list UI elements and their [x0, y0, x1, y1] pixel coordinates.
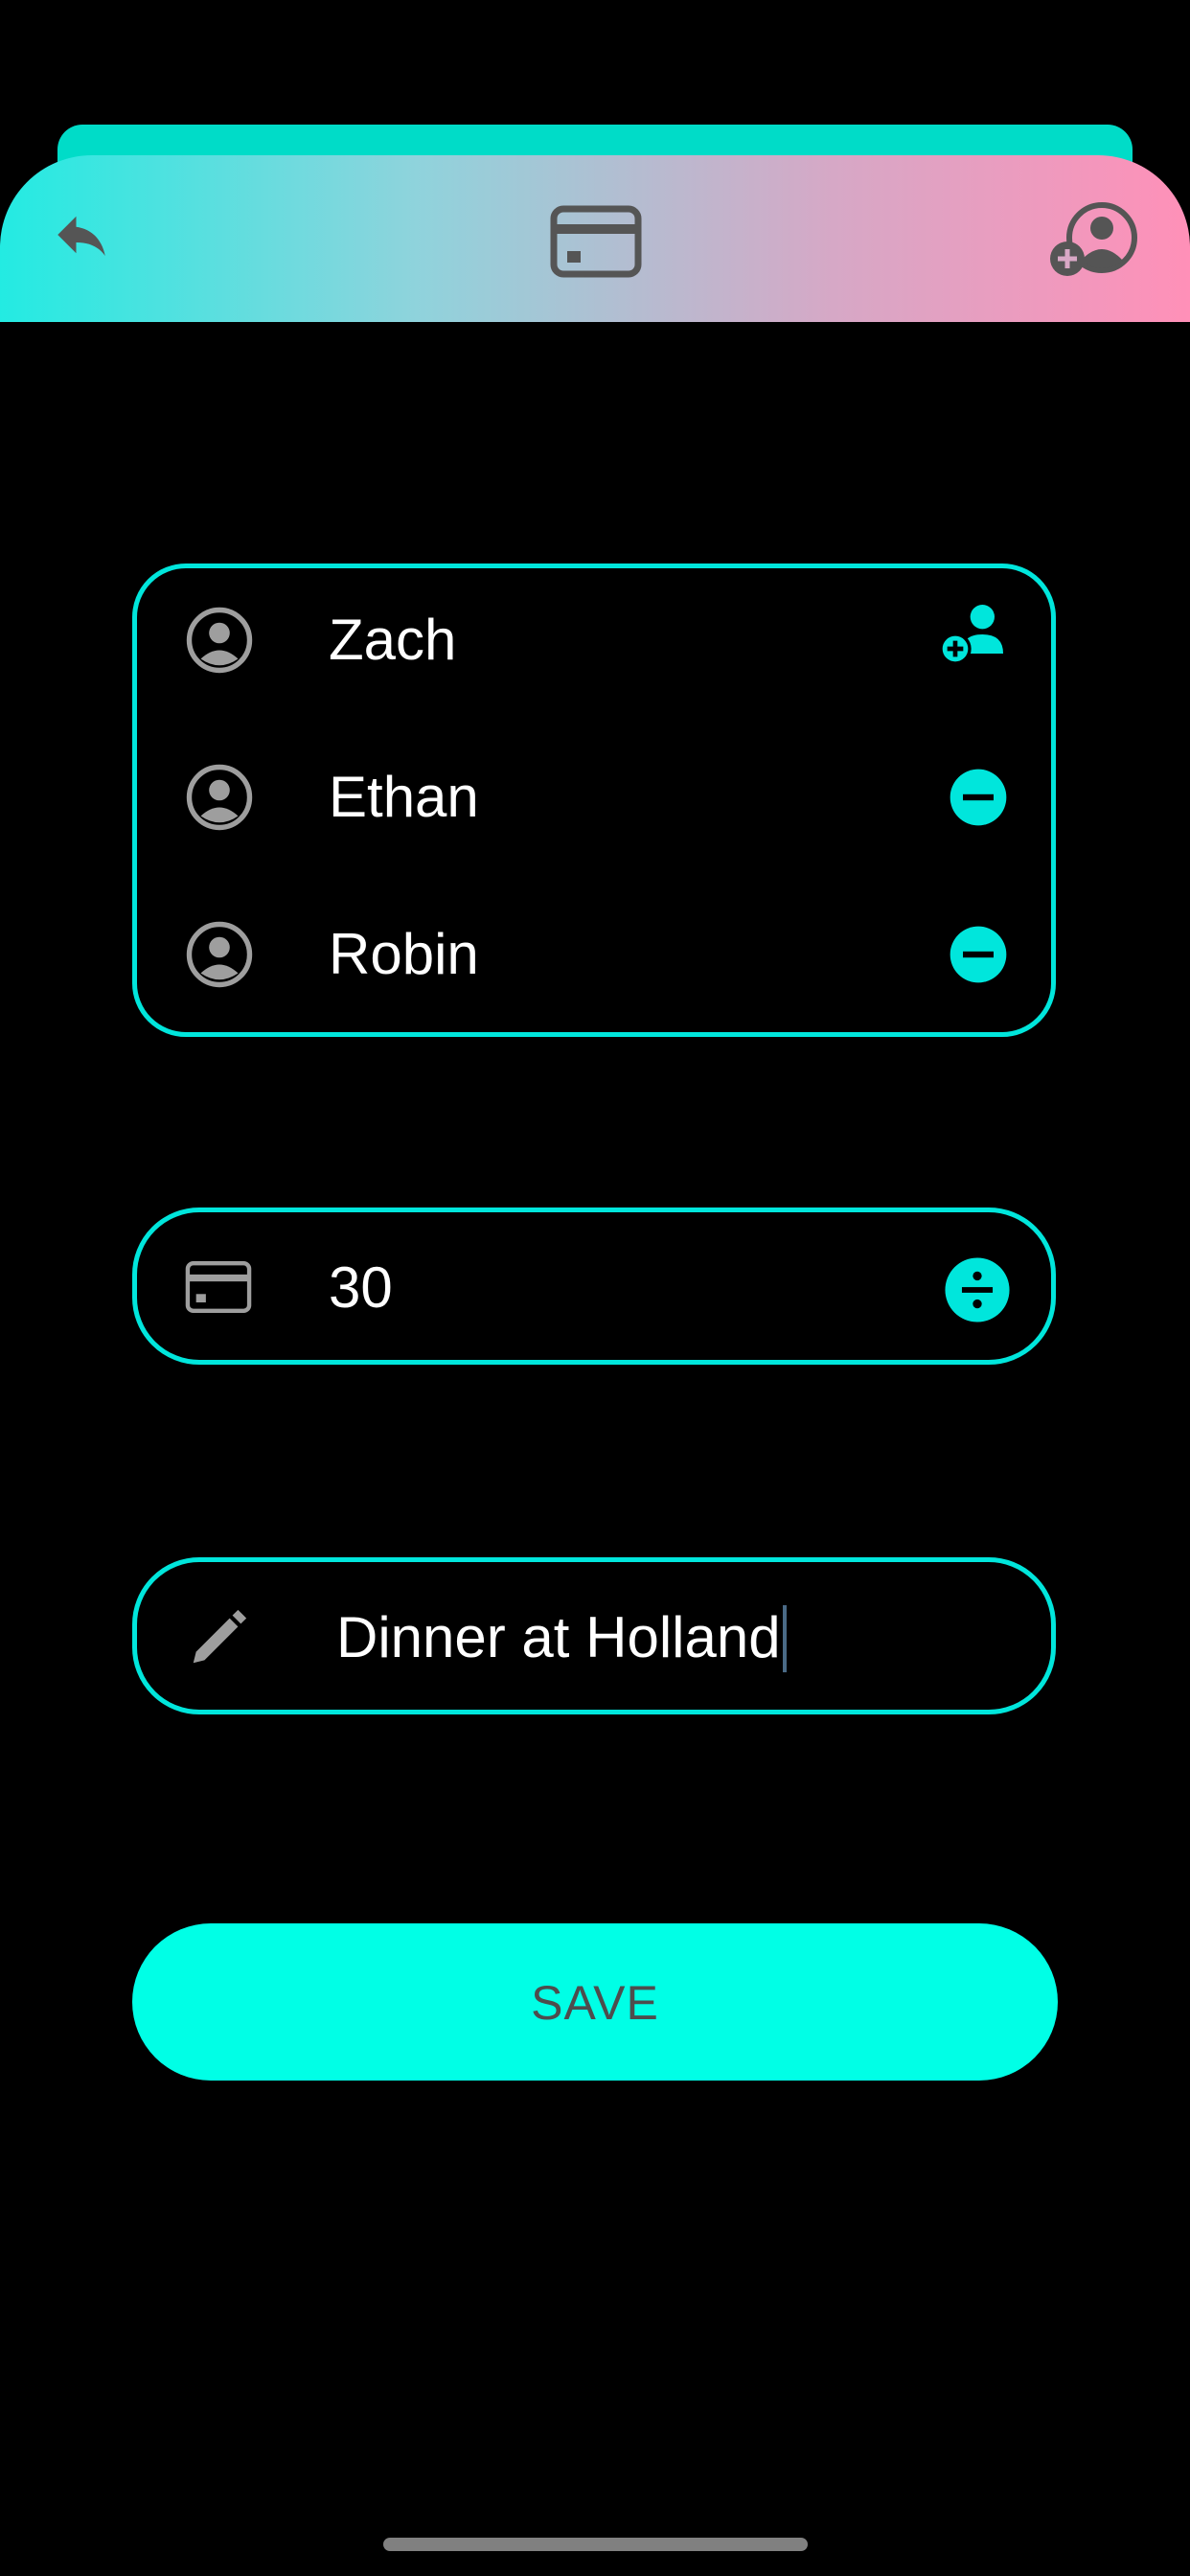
divide-icon[interactable]	[944, 1256, 1011, 1323]
description-field[interactable]: Dinner at Holland	[132, 1557, 1056, 1714]
member-name: Zach	[329, 608, 457, 672]
reply-arrow-icon[interactable]	[50, 203, 113, 266]
amount-field[interactable]: 30	[132, 1208, 1056, 1365]
description-input[interactable]: Dinner at Holland	[336, 1605, 787, 1673]
user-avatar-icon	[186, 921, 253, 988]
add-user-icon[interactable]	[936, 596, 1013, 673]
credit-card-icon	[185, 1261, 252, 1313]
member-row-ethan: Ethan	[137, 730, 1051, 864]
credit-card-icon	[550, 205, 642, 278]
user-avatar-icon	[186, 764, 253, 831]
member-name: Ethan	[329, 765, 479, 829]
description-text: Dinner at Holland	[336, 1605, 781, 1669]
members-list: Zach Ethan Robin	[132, 564, 1056, 1037]
member-name: Robin	[329, 922, 479, 986]
remove-member-icon[interactable]	[948, 924, 1009, 985]
add-user-icon[interactable]	[1048, 199, 1140, 282]
remove-member-icon[interactable]	[948, 767, 1009, 828]
pencil-icon	[193, 1609, 247, 1664]
member-row-zach: Zach	[137, 573, 1051, 707]
home-indicator[interactable]	[383, 2538, 808, 2551]
user-avatar-icon	[186, 607, 253, 674]
save-button[interactable]: SAVE	[132, 1923, 1058, 2081]
member-row-robin: Robin	[137, 887, 1051, 1022]
top-header	[0, 155, 1190, 322]
text-cursor	[782, 1605, 787, 1673]
amount-value[interactable]: 30	[329, 1256, 865, 1320]
